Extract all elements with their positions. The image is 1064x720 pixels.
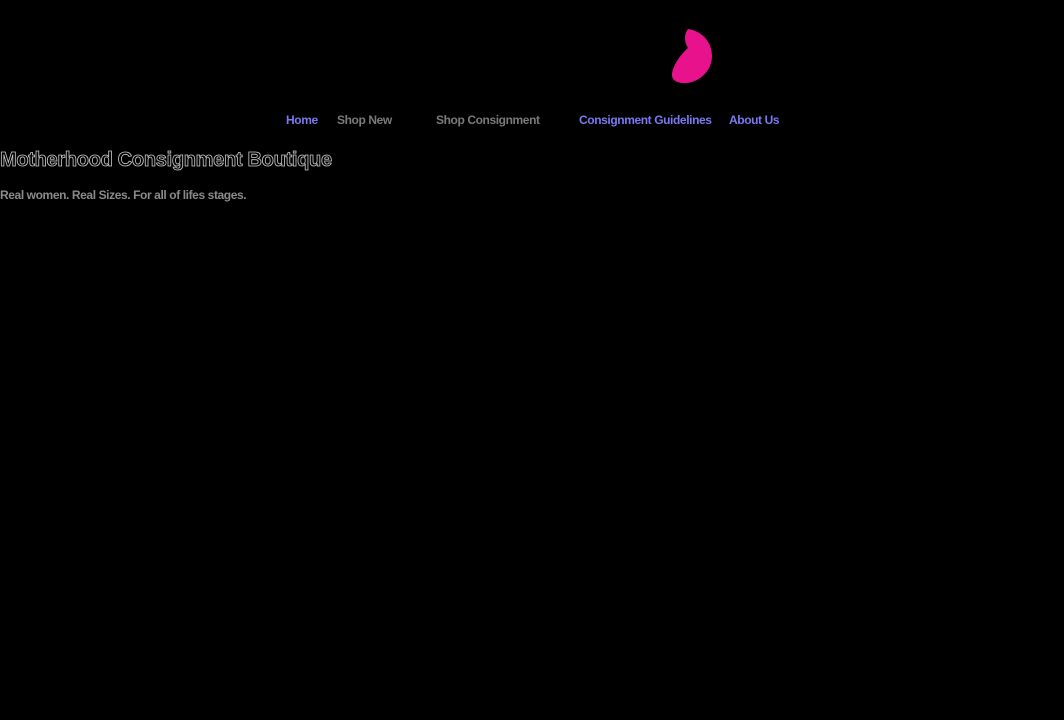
page: Home Shop New Shop Consignment Consignme…: [0, 0, 1064, 720]
nav-item-consignment-guidelines[interactable]: Consignment Guidelines: [579, 113, 712, 127]
site-tagline: Real women. Real Sizes. For all of lifes…: [0, 188, 247, 202]
nav-item-shop-new[interactable]: Shop New: [337, 113, 392, 127]
butterfly-logo-icon[interactable]: [668, 26, 716, 88]
main-navigation: Home Shop New Shop Consignment Consignme…: [0, 113, 1064, 131]
nav-item-about-us[interactable]: About Us: [729, 113, 780, 127]
site-title: Motherhood Consignment Boutique: [0, 149, 332, 172]
butterfly-wing-icon: [671, 29, 712, 84]
nav-item-home[interactable]: Home: [286, 113, 318, 127]
nav-item-shop-consignment[interactable]: Shop Consignment: [436, 113, 540, 127]
